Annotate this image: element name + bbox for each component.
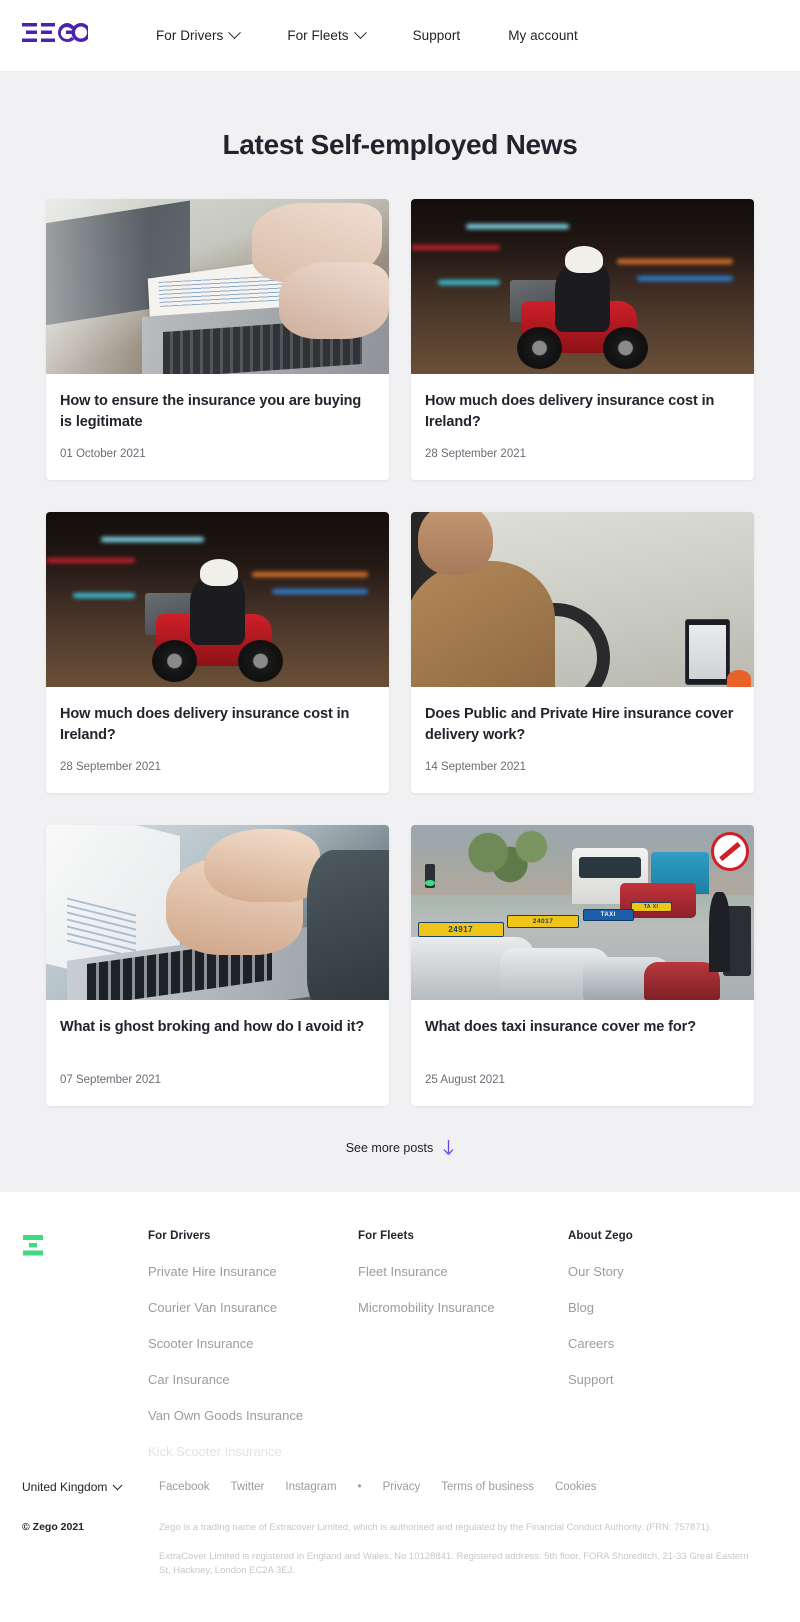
card-date: 25 August 2021	[425, 1074, 505, 1087]
news-card[interactable]: What is ghost broking and how do I avoid…	[46, 825, 389, 1107]
nav-label: My account	[508, 28, 578, 43]
card-title: What does taxi insurance cover me for?	[425, 1019, 696, 1036]
footer-column-about-zego: About Zego Our Story Blog Careers Suppor…	[568, 1230, 778, 1480]
card-title: What is ghost broking and how do I avoid…	[60, 1019, 365, 1036]
card-date: 28 September 2021	[60, 761, 162, 774]
taxi-sign: 24917	[417, 921, 504, 938]
news-card-grid: How to ensure the insurance you are buyi…	[46, 199, 754, 1107]
taxi-sign: TAXI	[582, 909, 634, 921]
footer-column-for-drivers: For Drivers Private Hire Insurance Couri…	[148, 1230, 358, 1480]
zego-logo[interactable]	[22, 22, 91, 49]
zego-z-mark-icon	[23, 1235, 43, 1256]
footer-brand[interactable]	[22, 1230, 148, 1480]
card-date: 14 September 2021	[425, 761, 527, 774]
footer-link-our-story[interactable]: Our Story	[568, 1264, 778, 1279]
footer-utility-row: United Kingdom Facebook Twitter Instagra…	[22, 1480, 778, 1494]
card-body: How much does delivery insurance cost in…	[46, 687, 389, 793]
footer-link-micromobility-insurance[interactable]: Micromobility Insurance	[358, 1300, 568, 1315]
card-image-delivery-scooter-night	[46, 512, 389, 688]
nav-item-for-fleets[interactable]: For Fleets	[263, 26, 388, 43]
footer-link-privacy[interactable]: Privacy	[383, 1481, 421, 1493]
news-card[interactable]: TA XI TAXI 24017 24917 What does taxi in…	[411, 825, 754, 1107]
news-card[interactable]: How to ensure the insurance you are buyi…	[46, 199, 389, 481]
card-body: Does Public and Private Hire insurance c…	[411, 687, 754, 793]
footer-link-terms-of-business[interactable]: Terms of business	[441, 1481, 534, 1493]
card-body: What is ghost broking and how do I avoid…	[46, 1000, 389, 1106]
footer-link-support[interactable]: Support	[568, 1372, 778, 1387]
card-body: What does taxi insurance cover me for? 2…	[411, 1000, 754, 1106]
news-card[interactable]: How much does delivery insurance cost in…	[411, 199, 754, 481]
separator-dot: •	[357, 1481, 362, 1494]
footer-column-for-fleets: For Fleets Fleet Insurance Micromobility…	[358, 1230, 568, 1480]
footer-link-scooter-insurance[interactable]: Scooter Insurance	[148, 1336, 358, 1351]
footer-link-courier-van-insurance[interactable]: Courier Van Insurance	[148, 1300, 358, 1315]
nav-item-for-drivers[interactable]: For Drivers	[132, 26, 263, 43]
news-card[interactable]: How much does delivery insurance cost in…	[46, 512, 389, 794]
copyright-text: © Zego 2021	[22, 1521, 85, 1534]
footer-column-title: For Fleets	[358, 1230, 414, 1243]
footer-link-cookies[interactable]: Cookies	[555, 1481, 597, 1493]
footer-link-fleet-insurance[interactable]: Fleet Insurance	[358, 1264, 568, 1279]
footer-column-title: For Drivers	[148, 1230, 211, 1243]
card-title: How to ensure the insurance you are buyi…	[60, 393, 362, 430]
main-content: Latest Self-employed News How to ensure …	[0, 72, 800, 1193]
site-header: For Drivers For Fleets Support My accoun…	[0, 0, 800, 72]
chevron-down-icon	[353, 26, 367, 40]
footer-utility-links: Facebook Twitter Instagram • Privacy Ter…	[159, 1481, 597, 1493]
card-date: 01 October 2021	[60, 448, 146, 461]
footer-link-facebook[interactable]: Facebook	[159, 1481, 210, 1493]
arrow-down-icon	[443, 1140, 454, 1156]
card-title: How much does delivery insurance cost in…	[60, 706, 350, 743]
card-date: 28 September 2021	[425, 448, 527, 461]
legal-disclaimer: Zego is a trading name of Extracover Lim…	[159, 1521, 778, 1578]
taxi-sign: TA XI	[630, 902, 672, 912]
legal-paragraph: Zego is a trading name of Extracover Lim…	[159, 1522, 712, 1534]
footer-link-kick-scooter-insurance[interactable]: Kick Scooter Insurance	[148, 1444, 358, 1459]
footer-link-careers[interactable]: Careers	[568, 1336, 778, 1351]
card-image-driver-car-interior	[411, 512, 754, 688]
card-image-hands-typing-laptop	[46, 825, 389, 1001]
site-footer: For Drivers Private Hire Insurance Couri…	[0, 1192, 800, 1622]
news-card[interactable]: Does Public and Private Hire insurance c…	[411, 512, 754, 794]
footer-column-title: About Zego	[568, 1230, 633, 1243]
footer-link-instagram[interactable]: Instagram	[285, 1481, 336, 1493]
legal-paragraph: ExtraCover Limited is registered in Engl…	[159, 1550, 749, 1577]
taxi-sign: 24017	[507, 914, 580, 928]
nav-item-my-account[interactable]: My account	[484, 28, 602, 43]
card-image-desk-notebook-laptop	[46, 199, 389, 374]
footer-link-van-own-goods-insurance[interactable]: Van Own Goods Insurance	[148, 1408, 358, 1423]
page-title: Latest Self-employed News	[222, 129, 578, 160]
footer-top: For Drivers Private Hire Insurance Couri…	[22, 1230, 778, 1480]
no-entry-sign-icon	[711, 832, 749, 871]
card-title: Does Public and Private Hire insurance c…	[425, 706, 734, 743]
card-image-delivery-scooter-night	[411, 199, 754, 374]
nav-label: Support	[412, 28, 461, 43]
chevron-down-icon	[228, 26, 242, 40]
footer-link-private-hire-insurance[interactable]: Private Hire Insurance	[148, 1264, 358, 1279]
nav-label: For Fleets	[287, 28, 349, 43]
country-selector[interactable]: United Kingdom	[22, 1480, 159, 1494]
card-image-taxi-rank-street: TA XI TAXI 24017 24917	[411, 825, 754, 1001]
card-title: How much does delivery insurance cost in…	[425, 393, 715, 430]
chevron-down-icon	[112, 1480, 123, 1491]
footer-link-columns: For Drivers Private Hire Insurance Couri…	[148, 1230, 778, 1480]
nav-item-support[interactable]: Support	[389, 28, 485, 43]
footer-bottom: United Kingdom Facebook Twitter Instagra…	[22, 1480, 778, 1578]
see-more-label: See more posts	[345, 1141, 434, 1156]
footer-legal-row: © Zego 2021 Zego is a trading name of Ex…	[22, 1521, 778, 1578]
card-body: How to ensure the insurance you are buyi…	[46, 374, 389, 480]
footer-link-blog[interactable]: Blog	[568, 1300, 778, 1315]
see-more-posts-button[interactable]: See more posts	[320, 1140, 480, 1156]
footer-link-car-insurance[interactable]: Car Insurance	[148, 1372, 358, 1387]
card-date: 07 September 2021	[60, 1074, 162, 1087]
card-body: How much does delivery insurance cost in…	[411, 374, 754, 480]
nav-label: For Drivers	[156, 28, 224, 43]
country-label: United Kingdom	[22, 1480, 108, 1495]
footer-link-twitter[interactable]: Twitter	[231, 1481, 265, 1493]
primary-nav: For Drivers For Fleets Support My accoun…	[132, 26, 602, 43]
